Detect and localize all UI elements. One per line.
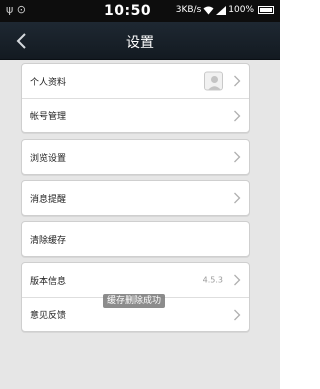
chevron-right-icon: [233, 110, 241, 122]
message-notify-item[interactable]: 消息提醒: [22, 181, 249, 215]
version-value: 4.5.3: [202, 275, 223, 285]
cache-group: 清除缓存: [21, 221, 250, 257]
navigation-bar: 设置: [0, 22, 280, 60]
account-manage-item[interactable]: 帐号管理: [22, 98, 249, 132]
toast-message: 缓存删除成功: [103, 294, 165, 308]
chevron-right-icon: [233, 309, 241, 321]
browse-settings-label: 浏览设置: [30, 153, 67, 164]
browse-settings-item[interactable]: 浏览设置: [22, 140, 249, 174]
chevron-right-icon: [233, 75, 241, 87]
signal-icon: [216, 5, 227, 15]
status-left-icons: ψ ⊙: [6, 3, 26, 16]
network-speed: 3KB/s: [175, 5, 202, 15]
page-title: 设置: [126, 35, 154, 51]
status-right: 3KB/s 100%: [176, 5, 274, 15]
avatar-placeholder-icon: [204, 71, 223, 91]
feedback-label: 意见反馈: [30, 311, 67, 321]
version-info-label: 版本信息: [30, 276, 67, 287]
clear-cache-item[interactable]: 清除缓存: [22, 222, 249, 256]
profile-group: 个人资料 帐号管理: [21, 63, 250, 133]
chevron-right-icon: [233, 274, 241, 286]
account-manage-label: 帐号管理: [30, 112, 67, 122]
clear-cache-label: 清除缓存: [30, 235, 67, 246]
status-bar: ψ ⊙ 10:50 3KB/s 100%: [0, 0, 280, 22]
settings-screen: ψ ⊙ 10:50 3KB/s 100% 设置 个人资料 帐号管理 浏览设置 消…: [0, 0, 280, 389]
personal-info-item[interactable]: 个人资料: [22, 64, 249, 98]
status-time: 10:50: [104, 3, 152, 19]
browse-group: 浏览设置: [21, 139, 250, 175]
bottom-area: [0, 358, 280, 389]
version-info-item[interactable]: 版本信息 4.5.3: [22, 263, 249, 297]
chevron-right-icon: [233, 151, 241, 163]
notify-group: 消息提醒: [21, 180, 250, 216]
battery-icon: [258, 6, 274, 14]
message-notify-label: 消息提醒: [30, 194, 67, 205]
battery-percent: 100%: [228, 5, 254, 15]
wifi-icon: [203, 6, 214, 14]
chevron-right-icon: [233, 192, 241, 204]
personal-info-label: 个人资料: [30, 77, 67, 88]
